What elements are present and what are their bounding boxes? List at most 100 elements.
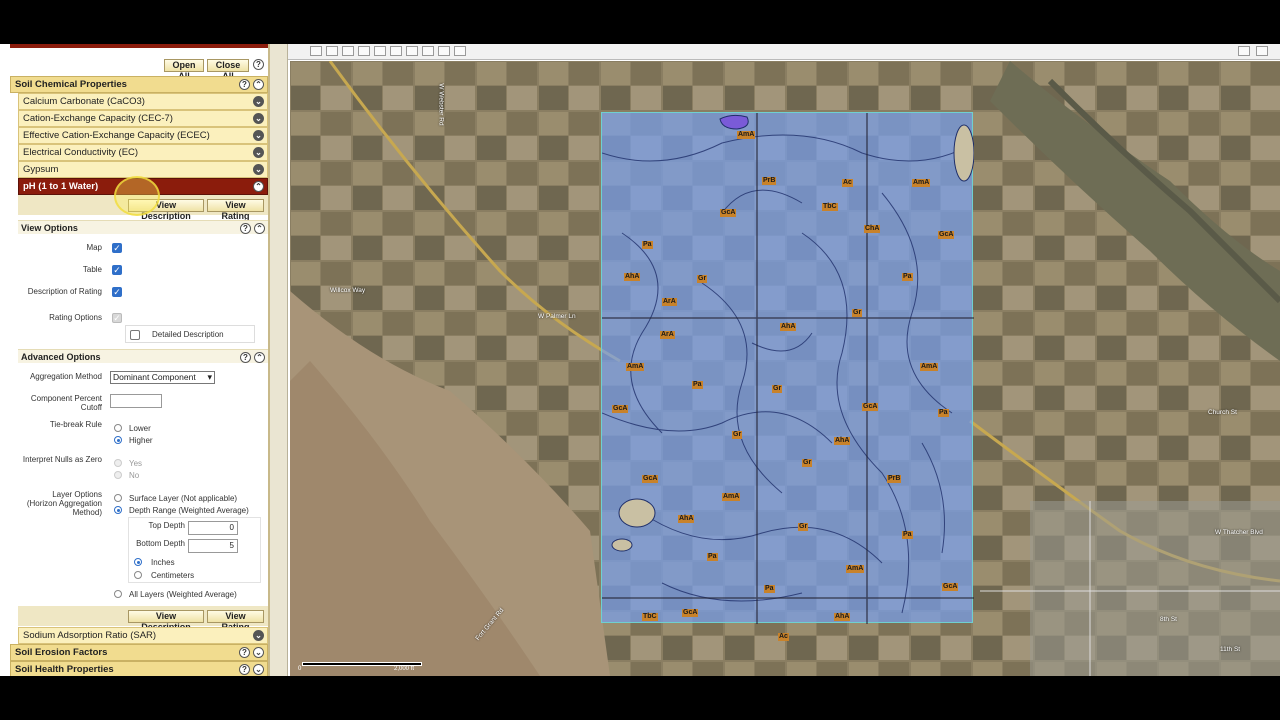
top-depth-input[interactable]: 0 <box>188 521 238 535</box>
item-gypsum[interactable]: Gypsum ⌄ <box>18 161 268 178</box>
zoom-out-icon[interactable] <box>326 46 338 56</box>
help-icon[interactable]: ? <box>240 223 251 234</box>
area-of-interest[interactable]: AmA GcA Pa Gr AhA ArA PrB TbC Ac ChA AmA GcA Pa Gr AhA… <box>601 112 974 641</box>
item-electrical-conductivity[interactable]: Electrical Conductivity (EC) ⌄ <box>18 144 268 161</box>
map-unit-symbol[interactable]: Pa <box>642 241 653 249</box>
map-unit-symbol[interactable]: Pa <box>902 273 913 281</box>
all-layers-radio[interactable] <box>114 590 122 598</box>
map-unit-symbol[interactable]: GcA <box>642 475 659 483</box>
map-unit-symbol[interactable]: Gr <box>852 309 863 317</box>
map-unit-symbol[interactable]: AhA <box>834 613 851 621</box>
map-unit-symbol[interactable]: AhA <box>780 323 797 331</box>
tiebreak-lower-radio[interactable] <box>114 424 122 432</box>
expand-icon[interactable]: ⌄ <box>253 664 264 675</box>
maximize-icon[interactable] <box>1256 46 1268 56</box>
detailed-description-checkbox[interactable] <box>130 330 140 340</box>
map-unit-symbol[interactable]: AhA <box>624 273 641 281</box>
item-calcium-carbonate[interactable]: Calcium Carbonate (CaCO3) ⌄ <box>18 93 268 110</box>
map-unit-symbol[interactable]: Gr <box>798 523 809 531</box>
layer-depth-radio[interactable] <box>114 506 122 514</box>
view-rating-button-bottom[interactable]: View Rating <box>207 610 264 632</box>
print-icon[interactable] <box>438 46 450 56</box>
map-unit-symbol[interactable]: GcA <box>612 405 629 413</box>
map-unit-symbol[interactable]: ChA <box>864 225 881 233</box>
map-unit-symbol[interactable]: AmA <box>912 179 931 187</box>
map-unit-symbol[interactable]: GcA <box>942 583 959 591</box>
toggle-view-icon[interactable] <box>1238 46 1250 56</box>
category-soil-erosion-factors[interactable]: Soil Erosion Factors ? ⌄ <box>10 644 268 661</box>
aggregation-method-select[interactable]: Dominant Component <box>110 371 215 384</box>
map-unit-symbol[interactable]: PrB <box>762 177 777 185</box>
map-unit-symbol[interactable]: Gr <box>732 431 743 439</box>
map-unit-symbol[interactable]: PrB <box>887 475 902 483</box>
layer-surface-radio[interactable] <box>114 494 122 502</box>
map-unit-symbol[interactable]: AmA <box>626 363 645 371</box>
map-unit-symbol[interactable]: AmA <box>846 565 865 573</box>
map-unit-symbol[interactable]: ArA <box>660 331 675 339</box>
expand-icon[interactable]: ⌄ <box>253 130 264 141</box>
nulls-no-radio[interactable] <box>114 471 122 479</box>
map-unit-symbol[interactable]: Pa <box>902 531 913 539</box>
expand-icon[interactable]: ⌄ <box>253 96 264 107</box>
map-unit-symbol[interactable]: Ac <box>778 633 789 641</box>
collapse-icon[interactable]: ⌃ <box>254 352 265 363</box>
item-ecec[interactable]: Effective Cation-Exchange Capacity (ECEC… <box>18 127 268 144</box>
map-unit-symbol[interactable]: Pa <box>764 585 775 593</box>
inches-radio[interactable] <box>134 558 142 566</box>
identify-icon[interactable] <box>406 46 418 56</box>
map-unit-symbol[interactable]: TbC <box>822 203 838 211</box>
centimeters-radio[interactable] <box>134 571 142 579</box>
close-all-button[interactable]: Close All <box>207 59 249 81</box>
open-all-button[interactable]: Open All <box>164 59 204 81</box>
panel-splitter[interactable] <box>270 44 288 676</box>
expand-icon[interactable]: ⌄ <box>253 164 264 175</box>
map-unit-symbol[interactable]: Ac <box>842 179 853 187</box>
map-unit-symbol[interactable]: Gr <box>802 459 813 467</box>
bottom-depth-input[interactable]: 5 <box>188 539 238 553</box>
help-icon[interactable]: ? <box>239 647 250 658</box>
aerial-map[interactable]: AmA GcA Pa Gr AhA ArA PrB TbC Ac ChA AmA GcA Pa Gr AhA… <box>290 61 1280 676</box>
map-unit-symbol[interactable]: TbC <box>642 613 658 621</box>
map-unit-symbol[interactable]: GcA <box>862 403 879 411</box>
table-checkbox[interactable]: ✓ <box>112 265 122 275</box>
previous-extent-icon[interactable] <box>374 46 386 56</box>
item-sodium-adsorption-ratio[interactable]: Sodium Adsorption Ratio (SAR) ⌄ <box>18 627 268 644</box>
measure-icon[interactable] <box>422 46 434 56</box>
description-of-rating-checkbox[interactable]: ✓ <box>112 287 122 297</box>
map-unit-symbol[interactable]: GcA <box>938 231 955 239</box>
help-icon[interactable]: ? <box>239 79 250 90</box>
map-unit-symbol[interactable]: Pa <box>707 553 718 561</box>
category-soil-health-properties[interactable]: Soil Health Properties ? ⌄ <box>10 661 268 676</box>
map-unit-symbol[interactable]: Gr <box>772 385 783 393</box>
map-unit-symbol[interactable]: ArA <box>662 298 677 306</box>
category-soil-chemical-properties[interactable]: Soil Chemical Properties ? ⌃ <box>10 76 268 93</box>
map-unit-symbol[interactable]: Gr <box>697 275 708 283</box>
expand-icon[interactable]: ⌄ <box>253 630 264 641</box>
map-unit-symbol[interactable]: AhA <box>834 437 851 445</box>
map-unit-symbol[interactable]: Pa <box>692 381 703 389</box>
nulls-yes-radio[interactable] <box>114 459 122 467</box>
help-icon[interactable]: ? <box>240 352 251 363</box>
view-description-button-bottom[interactable]: View Description <box>128 610 204 632</box>
map-unit-symbol[interactable]: AhA <box>678 515 695 523</box>
help-icon[interactable]: ? <box>239 664 250 675</box>
full-extent-icon[interactable] <box>358 46 370 56</box>
next-extent-icon[interactable] <box>390 46 402 56</box>
collapse-icon[interactable]: ⌃ <box>253 181 264 192</box>
layers-icon[interactable] <box>454 46 466 56</box>
map-unit-symbol[interactable]: GcA <box>682 609 699 617</box>
collapse-icon[interactable]: ⌃ <box>253 79 264 90</box>
component-cutoff-input[interactable] <box>110 394 162 408</box>
collapse-icon[interactable]: ⌃ <box>254 223 265 234</box>
map-checkbox[interactable]: ✓ <box>112 243 122 253</box>
map-unit-symbol[interactable]: Pa <box>938 409 949 417</box>
expand-icon[interactable]: ⌄ <box>253 113 264 124</box>
view-rating-button[interactable]: View Rating <box>207 199 264 221</box>
map-unit-symbol[interactable]: AmA <box>920 363 939 371</box>
pan-icon[interactable] <box>342 46 354 56</box>
zoom-in-icon[interactable] <box>310 46 322 56</box>
expand-icon[interactable]: ⌄ <box>253 647 264 658</box>
tiebreak-higher-radio[interactable] <box>114 436 122 444</box>
map-unit-symbol[interactable]: GcA <box>720 209 737 217</box>
expand-icon[interactable]: ⌄ <box>253 147 264 158</box>
